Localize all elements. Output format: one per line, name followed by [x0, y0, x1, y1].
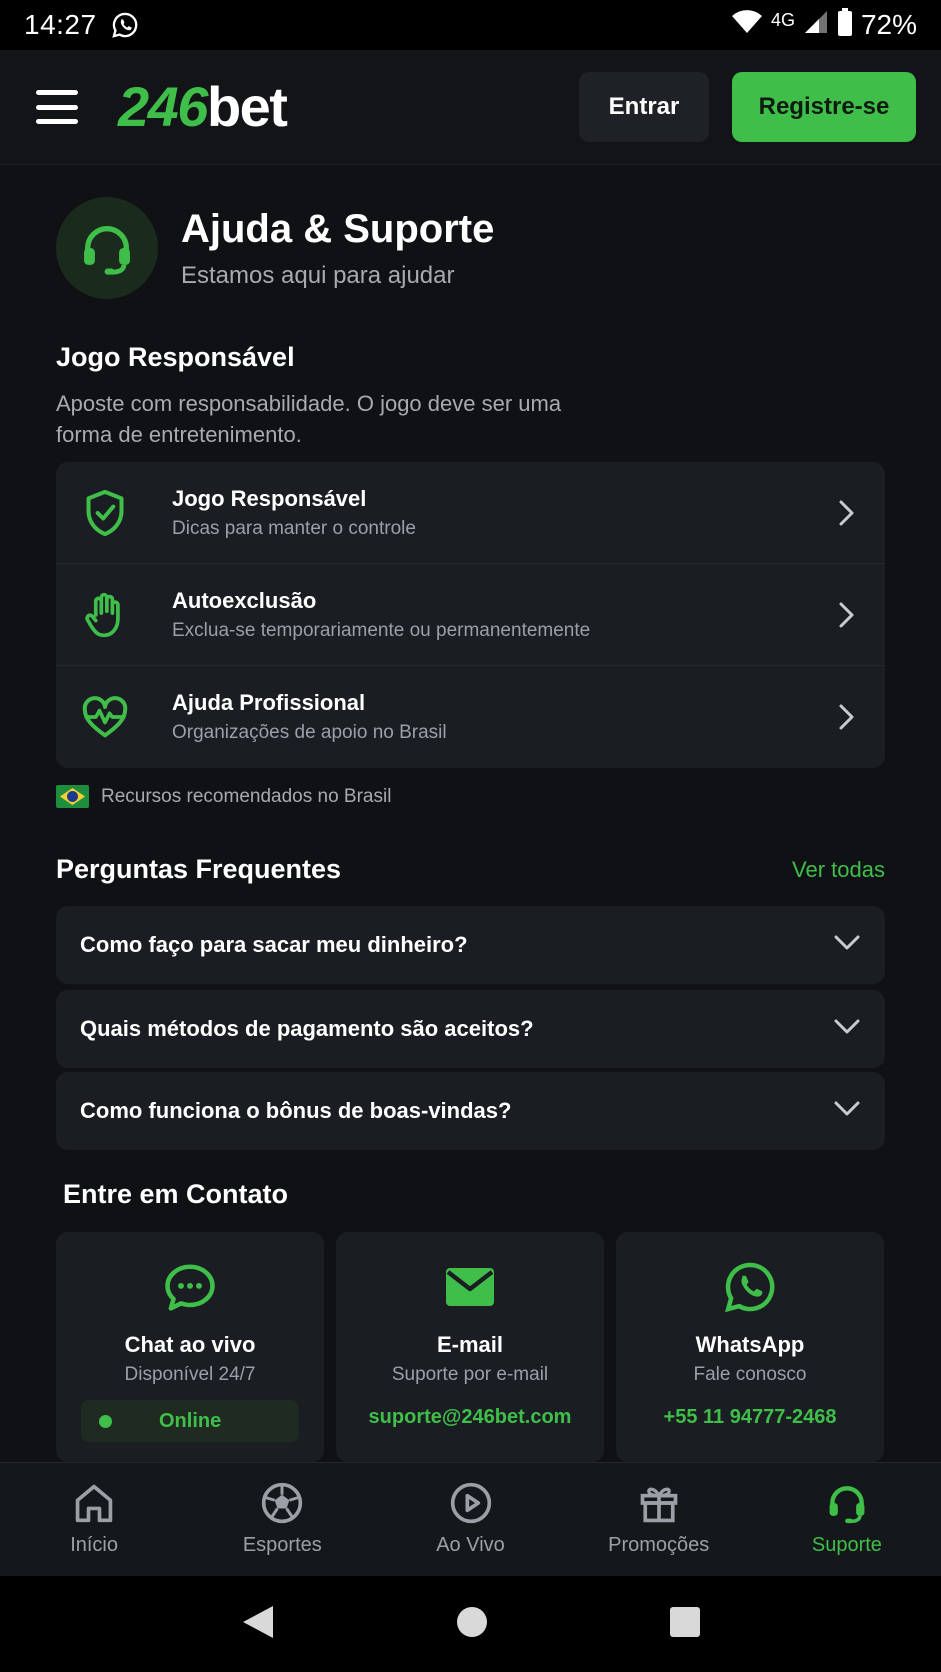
chevron-right-icon [833, 703, 861, 731]
network-type: 4G [770, 9, 795, 30]
contact-subtitle: Disponível 24/7 [124, 1364, 256, 1385]
nav-item-esportes[interactable]: Esportes [188, 1463, 376, 1576]
whatsapp-phone-link[interactable]: +55 11 94777-2468 [664, 1406, 837, 1429]
faq-question: Como funciona o bônus de boas-vindas? [80, 1098, 512, 1123]
nav-label: Promoções [608, 1534, 710, 1556]
home-button-icon[interactable] [456, 1606, 488, 1643]
register-button[interactable]: Registre-se [732, 72, 916, 142]
nav-label: Ao Vivo [436, 1534, 505, 1556]
play-circle-icon [449, 1480, 493, 1526]
chat-bubble-icon [163, 1260, 217, 1314]
nav-label: Suporte [811, 1534, 882, 1556]
whatsapp-card[interactable]: WhatsApp Fale conosco +55 11 94777-2468 [616, 1232, 884, 1462]
page-subtitle: Estamos aqui para ajudar [181, 261, 455, 289]
shield-check-icon [80, 488, 130, 538]
brazil-flag-icon [56, 785, 89, 808]
menu-icon[interactable] [36, 90, 78, 124]
nav-item-ao-vivo[interactable]: Ao Vivo [376, 1463, 564, 1576]
hand-stop-icon [80, 590, 130, 640]
responsible-section-description: Aposte com responsabilidade. O jogo deve… [56, 391, 562, 447]
nav-label: Início [70, 1534, 118, 1556]
nav-item-suporte[interactable]: Suporte [753, 1463, 941, 1576]
home-icon [72, 1480, 116, 1526]
headset-icon [825, 1480, 869, 1526]
contact-name: E-mail [436, 1332, 504, 1357]
item-subtitle: Dicas para manter o controle [172, 517, 416, 539]
login-button[interactable]: Entrar [579, 72, 709, 142]
online-dot-icon [99, 1414, 112, 1428]
status-bar: 14:27 4G 72% [0, 0, 941, 50]
online-status-text: Online [159, 1409, 222, 1432]
brazil-resources-note: Recursos recomendados no Brasil [56, 785, 391, 808]
chevron-right-icon [833, 601, 861, 629]
item-title: Autoexclusão [172, 587, 317, 613]
signal-icon [803, 9, 829, 42]
app-header: 246bet Entrar Registre-se [0, 50, 941, 165]
live-chat-card[interactable]: Chat ao vivo Disponível 24/7 Online [56, 1232, 324, 1462]
soccer-ball-icon [260, 1480, 304, 1526]
chevron-down-icon [833, 934, 861, 957]
envelope-icon [445, 1260, 495, 1314]
page-title: Ajuda & Suporte [181, 206, 495, 251]
battery-icon [837, 7, 853, 43]
see-all-faq-link[interactable]: Ver todas [792, 857, 885, 883]
email-card[interactable]: E-mail Suporte por e-mail suporte@246bet… [336, 1232, 604, 1462]
logo[interactable]: 246bet [118, 79, 288, 135]
support-email-link[interactable]: suporte@246bet.com [369, 1406, 572, 1429]
contact-name: WhatsApp [695, 1332, 805, 1357]
system-navigation-bar [0, 1576, 941, 1672]
logo-text: bet [206, 75, 288, 138]
faq-item[interactable]: Quais métodos de pagamento são aceitos? [56, 990, 885, 1068]
bottom-navigation: Início Esportes Ao Vivo Promoções Suport… [0, 1462, 941, 1576]
professional-help-item[interactable]: Ajuda Profissional Organizações de apoio… [56, 666, 885, 768]
item-title: Jogo Responsável [172, 485, 367, 511]
brazil-resources-text: Recursos recomendados no Brasil [101, 785, 392, 807]
nav-item-promocoes[interactable]: Promoções [565, 1463, 753, 1576]
wifi-icon [731, 9, 763, 42]
faq-item[interactable]: Como funciona o bônus de boas-vindas? [56, 1072, 885, 1150]
faq-question: Como faço para sacar meu dinheiro? [80, 932, 468, 957]
faq-question: Quais métodos de pagamento são aceitos? [80, 1016, 534, 1041]
contact-name: Chat ao vivo [124, 1332, 256, 1357]
chevron-right-icon [833, 499, 861, 527]
contact-subtitle: Fale conosco [693, 1364, 807, 1385]
responsible-gaming-item[interactable]: Jogo Responsável Dicas para manter o con… [56, 462, 885, 564]
help-hero: Ajuda & Suporte Estamos aqui para ajudar [56, 197, 494, 299]
responsible-gaming-list: Jogo Responsável Dicas para manter o con… [56, 462, 885, 768]
chevron-down-icon [833, 1100, 861, 1123]
heart-pulse-icon [80, 692, 130, 742]
item-subtitle: Organizações de apoio no Brasil [172, 722, 447, 743]
faq-item[interactable]: Como faço para sacar meu dinheiro? [56, 906, 885, 984]
logo-number: 246 [118, 75, 208, 138]
online-status-badge: Online [81, 1400, 299, 1442]
whatsapp-icon [723, 1260, 777, 1314]
chevron-down-icon [833, 1018, 861, 1041]
nav-label: Esportes [242, 1534, 322, 1556]
faq-section-title: Perguntas Frequentes [56, 854, 342, 884]
headset-icon [56, 197, 158, 299]
battery-level: 72% [860, 9, 917, 40]
whatsapp-notification-icon [111, 11, 139, 39]
status-time: 14:27 [24, 9, 97, 40]
back-icon[interactable] [241, 1604, 275, 1645]
self-exclusion-item[interactable]: Autoexclusão Exclua-se temporariamente o… [56, 564, 885, 666]
contact-subtitle: Suporte por e-mail [391, 1364, 549, 1385]
nav-item-inicio[interactable]: Início [0, 1463, 188, 1576]
contact-section-title: Entre em Contato [63, 1179, 289, 1209]
responsible-section-title: Jogo Responsável [56, 342, 295, 372]
item-title: Ajuda Profissional [172, 690, 366, 715]
item-subtitle: Exclua-se temporariamente ou permanentem… [172, 619, 591, 641]
gift-icon [637, 1480, 681, 1526]
recents-icon[interactable] [669, 1606, 701, 1643]
